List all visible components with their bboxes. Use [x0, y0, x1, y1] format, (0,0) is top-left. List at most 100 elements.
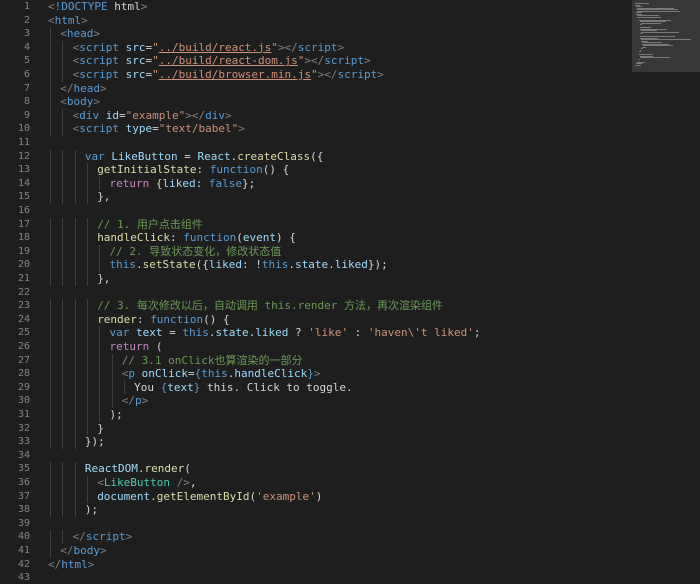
code-area[interactable]: <!DOCTYPE html> <html> <head> <script src="…	[48, 0, 628, 584]
code-line[interactable]: </html>	[48, 558, 94, 572]
code-token: <	[97, 476, 104, 489]
line-number: 10	[17, 123, 30, 135]
line-number: 3	[23, 28, 30, 40]
indent-guide	[50, 380, 51, 395]
code-token: this	[261, 258, 289, 272]
indent-guide	[99, 258, 101, 272]
code-token: </	[60, 544, 74, 557]
indent-guide	[99, 326, 101, 340]
code-token: function	[150, 312, 204, 326]
code-line[interactable]: <p onClick={this.handleClick}>	[122, 367, 321, 381]
code-line[interactable]: document.getElementById('example')	[97, 490, 322, 504]
line-number: 42	[17, 558, 30, 570]
indent-guide	[86, 489, 88, 504]
indent-guide	[50, 503, 51, 517]
code-line[interactable]: render: function() {	[97, 313, 229, 327]
code-line[interactable]: }	[97, 422, 104, 436]
code-token: >	[238, 122, 245, 136]
code-line[interactable]: getInitialState: function() {	[97, 163, 289, 177]
code-line[interactable]: </p>	[122, 394, 149, 408]
code-token: createClass	[237, 149, 311, 163]
code-line[interactable]: );	[85, 503, 98, 517]
code-token: >	[100, 544, 107, 557]
minimap-line	[639, 33, 642, 34]
indent-guide	[99, 394, 101, 408]
code-line[interactable]: // 2. 导致状态变化，修改状态值	[110, 245, 282, 259]
indent-guide	[50, 367, 51, 381]
code-line[interactable]: <html>	[48, 14, 88, 28]
line-number: 40	[17, 531, 30, 543]
code-line[interactable]: return (	[110, 340, 163, 354]
code-token: script	[79, 40, 119, 54]
code-line[interactable]: // 3. 每次修改以后，自动调用 this.render 方法，再次渲染组件	[97, 299, 443, 313]
code-token: // 3. 每次修改以后，自动调用 this.render 方法，再次渲染组件	[97, 299, 444, 313]
indent-guide	[86, 380, 88, 395]
code-line[interactable]: this.setState({liked: !this.state.liked}…	[110, 258, 388, 272]
code-line[interactable]: </body>	[60, 544, 106, 558]
code-line[interactable]: <div id="example"></div>	[73, 109, 232, 123]
code-token: var	[84, 149, 105, 163]
code-line[interactable]: ReactDOM.render(	[85, 462, 191, 476]
code-line[interactable]: <script src="../build/browser.min.js"></…	[73, 68, 384, 82]
code-editor[interactable]: 1 2 3 4 5 6 7 8 9 10 11 12 13 14 15 16 17 18 19 20 21 22 23 24 2…	[0, 0, 700, 584]
code-line[interactable]: handleClick: function(event) {	[97, 231, 296, 245]
line-number: 2	[23, 14, 30, 26]
code-token: },	[97, 190, 111, 204]
code-line[interactable]: );	[110, 408, 123, 422]
code-token: .	[288, 258, 295, 272]
code-token: }	[97, 421, 104, 435]
code-line[interactable]: return {liked: false};	[110, 177, 256, 191]
code-line[interactable]: <script src="../build/react.js"></script…	[73, 41, 345, 55]
indent-guide	[62, 326, 64, 340]
code-line[interactable]: var LikeButton = React.createClass({	[85, 150, 323, 164]
code-token: head	[66, 27, 94, 41]
indent-guide	[50, 462, 51, 476]
line-number: 17	[17, 218, 30, 230]
indent-guide	[62, 231, 64, 245]
code-token: // 3.1 onClick也算渲染的一部分	[121, 353, 303, 367]
code-token: ../build/browser.min.js	[158, 68, 312, 81]
code-line[interactable]: },	[97, 272, 110, 286]
indent-guide	[86, 312, 88, 327]
indent-guide	[62, 122, 64, 136]
indent-guide	[62, 462, 64, 476]
code-token: setState	[142, 258, 196, 272]
code-line[interactable]: <!DOCTYPE html>	[48, 0, 147, 14]
indent-guide	[50, 68, 51, 82]
indent-guide	[74, 340, 76, 354]
code-line[interactable]: // 1. 用户点击组件	[97, 218, 203, 232]
line-number: 29	[17, 381, 30, 393]
code-token: :	[136, 312, 151, 326]
code-token: />	[176, 476, 190, 489]
code-line[interactable]: },	[97, 190, 110, 204]
indent-guide	[62, 380, 64, 395]
line-number: 35	[17, 463, 30, 475]
code-line[interactable]: <body>	[60, 95, 100, 109]
code-line[interactable]: // 3.1 onClick也算渲染的一部分	[122, 354, 303, 368]
code-token: >	[81, 13, 88, 27]
code-line[interactable]: <script type="text/babel">	[73, 122, 245, 136]
code-token: "	[311, 68, 318, 81]
code-line[interactable]: </script>	[73, 530, 133, 544]
line-number: 43	[17, 572, 30, 584]
code-token: >	[364, 54, 371, 68]
code-line[interactable]: <script src="../build/react-dom.js"></sc…	[73, 54, 371, 68]
code-line[interactable]: You {text} this. Click to toggle.	[134, 381, 353, 395]
code-token: script	[85, 530, 126, 544]
code-token: :	[196, 163, 210, 177]
minimap[interactable]	[632, 0, 700, 72]
code-line[interactable]: var text = this.state.liked ? 'like' : '…	[110, 326, 481, 340]
line-number: 37	[17, 490, 30, 502]
line-number: 30	[17, 395, 30, 407]
indent-guide	[62, 217, 64, 232]
code-line[interactable]: });	[85, 435, 105, 449]
code-token: ../build/react.js	[158, 40, 272, 54]
indent-guide	[50, 272, 51, 286]
indent-guide	[62, 68, 64, 82]
code-line[interactable]: <LikeButton />,	[97, 476, 196, 490]
code-token: head	[73, 81, 101, 95]
code-line[interactable]: <head>	[60, 27, 100, 41]
code-token: p	[135, 394, 142, 408]
code-token: >	[377, 68, 384, 81]
code-line[interactable]: </head>	[60, 82, 106, 96]
